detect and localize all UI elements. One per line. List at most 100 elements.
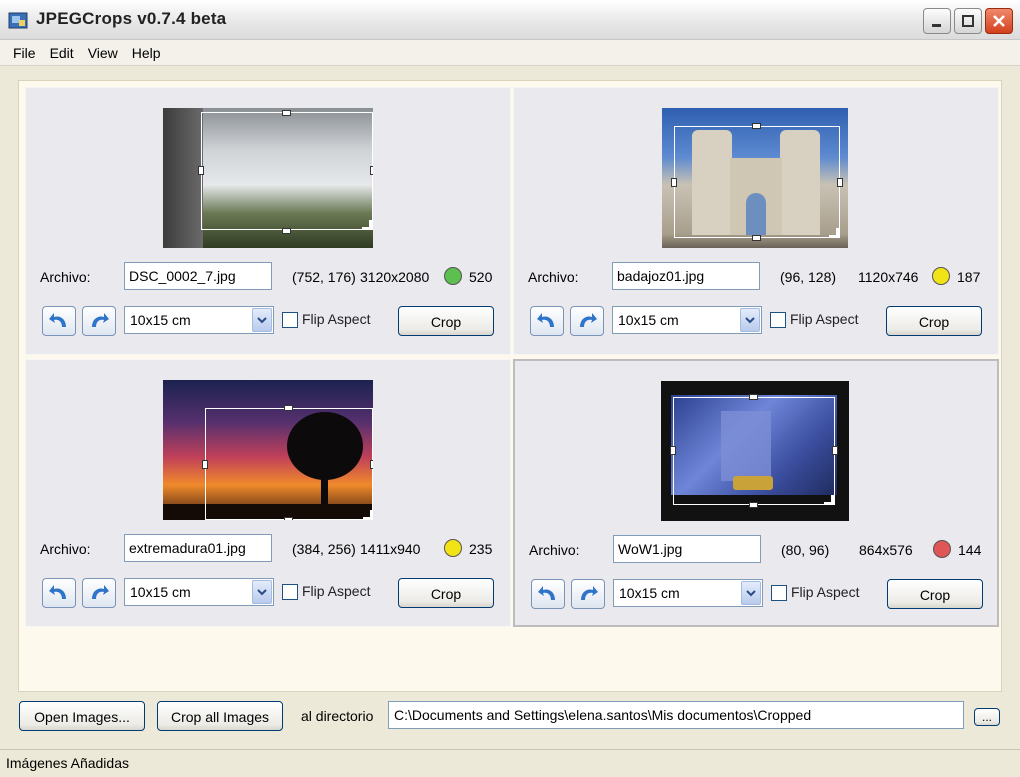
- rotate-right-icon: [92, 585, 109, 599]
- quality-indicator: [444, 539, 462, 557]
- image-panel-1[interactable]: Archivo: (752, 176) 3120x2080 520 10x15 …: [25, 87, 511, 355]
- rotate-right-button[interactable]: [571, 579, 605, 609]
- format-value: 10x15 cm: [619, 585, 680, 601]
- maximize-button[interactable]: [954, 8, 982, 34]
- flip-aspect-label: Flip Aspect: [790, 311, 859, 327]
- image-panel-2[interactable]: Archivo: (96, 128) 1120x746 187 10x15 cm…: [513, 87, 999, 355]
- browse-button[interactable]: ...: [974, 708, 1000, 726]
- image-dimensions: 1120x746: [858, 269, 919, 285]
- maximize-icon: [962, 15, 974, 27]
- crop-rectangle[interactable]: [205, 408, 373, 520]
- crop-handle[interactable]: [752, 123, 761, 129]
- flip-aspect-checkbox[interactable]: [771, 585, 787, 601]
- menu-help[interactable]: Help: [125, 45, 168, 61]
- crop-handle[interactable]: [671, 178, 677, 187]
- image-thumbnail[interactable]: [163, 380, 373, 520]
- filename-field[interactable]: [612, 262, 760, 290]
- dropdown-button[interactable]: [741, 581, 761, 605]
- crop-button[interactable]: Crop: [887, 579, 983, 609]
- archivo-label: Archivo:: [40, 541, 91, 557]
- image-dimensions: 1411x940: [360, 541, 421, 557]
- format-select[interactable]: 10x15 cm: [612, 306, 762, 334]
- close-button[interactable]: [985, 8, 1013, 34]
- minimize-icon: [932, 24, 941, 27]
- flip-aspect-checkbox[interactable]: [770, 312, 786, 328]
- resize-corner[interactable]: [362, 220, 372, 230]
- image-dimensions: 3120x2080: [360, 269, 430, 285]
- archivo-label: Archivo:: [529, 542, 580, 558]
- format-value: 10x15 cm: [130, 312, 191, 328]
- flip-aspect-label: Flip Aspect: [791, 584, 860, 600]
- crop-handle[interactable]: [832, 446, 838, 455]
- rotate-left-button[interactable]: [530, 306, 564, 336]
- flip-aspect-checkbox[interactable]: [282, 312, 298, 328]
- image-thumbnail[interactable]: [163, 108, 373, 248]
- minimize-button[interactable]: [923, 8, 951, 34]
- filename-field[interactable]: [124, 534, 272, 562]
- quality-score: 520: [469, 269, 493, 285]
- crop-handle[interactable]: [198, 166, 204, 175]
- filename-field[interactable]: [124, 262, 272, 290]
- format-select[interactable]: 10x15 cm: [124, 578, 274, 606]
- dropdown-button[interactable]: [252, 308, 272, 332]
- crop-rectangle[interactable]: [201, 112, 373, 230]
- rotate-right-button[interactable]: [82, 578, 116, 608]
- format-select[interactable]: 10x15 cm: [613, 579, 763, 607]
- rotate-right-button[interactable]: [570, 306, 604, 336]
- rotate-right-button[interactable]: [82, 306, 116, 336]
- chevron-down-icon: [745, 317, 755, 324]
- crop-button[interactable]: Crop: [886, 306, 982, 336]
- format-value: 10x15 cm: [618, 312, 679, 328]
- app-icon: [8, 12, 28, 29]
- resize-corner[interactable]: [824, 495, 834, 505]
- crop-handle[interactable]: [749, 394, 758, 400]
- crop-rectangle[interactable]: [673, 397, 835, 505]
- resize-corner[interactable]: [829, 228, 839, 238]
- crop-handle[interactable]: [670, 446, 676, 455]
- crop-handle[interactable]: [282, 228, 291, 234]
- format-select[interactable]: 10x15 cm: [124, 306, 274, 334]
- image-thumbnail[interactable]: [662, 108, 848, 248]
- flip-aspect-label: Flip Aspect: [302, 311, 371, 327]
- format-value: 10x15 cm: [130, 584, 191, 600]
- building-shape: [163, 108, 203, 248]
- rotate-left-button[interactable]: [42, 306, 76, 336]
- open-images-button[interactable]: Open Images...: [19, 701, 145, 731]
- crop-button[interactable]: Crop: [398, 578, 494, 608]
- crop-coordinates: (80, 96): [781, 542, 830, 558]
- resize-corner[interactable]: [363, 510, 373, 520]
- rotate-right-icon: [92, 313, 109, 327]
- rotate-left-button[interactable]: [42, 578, 76, 608]
- quality-score: 144: [958, 542, 982, 558]
- rotate-left-button[interactable]: [531, 579, 565, 609]
- menu-bar: File Edit View Help: [0, 40, 1020, 66]
- crop-handle[interactable]: [370, 166, 373, 175]
- crop-handle[interactable]: [752, 235, 761, 241]
- crop-handle[interactable]: [837, 178, 843, 187]
- chevron-down-icon: [257, 589, 267, 596]
- image-panel-3[interactable]: Archivo: (384, 256) 1411x940 235 10x15 c…: [25, 359, 511, 627]
- image-thumbnail[interactable]: [661, 381, 849, 521]
- menu-file[interactable]: File: [6, 45, 43, 61]
- crop-handle[interactable]: [284, 517, 293, 520]
- filename-field[interactable]: [613, 535, 761, 563]
- flip-aspect-checkbox[interactable]: [282, 584, 298, 600]
- crop-button[interactable]: Crop: [398, 306, 494, 336]
- crop-handle[interactable]: [370, 460, 373, 469]
- dropdown-button[interactable]: [252, 580, 272, 604]
- crop-handle[interactable]: [749, 502, 758, 508]
- crop-handle[interactable]: [282, 110, 291, 116]
- crop-handle[interactable]: [202, 460, 208, 469]
- dropdown-button[interactable]: [740, 308, 760, 332]
- crop-all-button[interactable]: Crop all Images: [157, 701, 283, 731]
- output-directory-field[interactable]: [388, 701, 964, 729]
- crop-coordinates: (96, 128): [780, 269, 837, 285]
- rotate-left-icon: [49, 585, 66, 599]
- crop-handle[interactable]: [284, 405, 293, 411]
- crop-rectangle[interactable]: [674, 126, 840, 238]
- menu-view[interactable]: View: [81, 45, 125, 61]
- image-panel-4[interactable]: Archivo: (80, 96) 864x576 144 10x15 cm F…: [513, 359, 999, 627]
- menu-edit[interactable]: Edit: [43, 45, 81, 61]
- flip-aspect-label: Flip Aspect: [302, 583, 371, 599]
- close-icon: [993, 15, 1005, 27]
